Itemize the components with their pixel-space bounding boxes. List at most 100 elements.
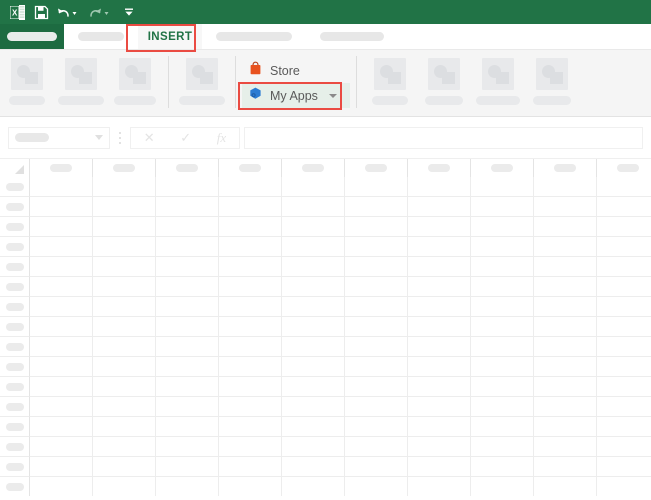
grid-cell[interactable] [93, 297, 156, 317]
grid-cell[interactable] [219, 297, 282, 317]
grid-cell[interactable] [30, 457, 93, 477]
grid-cell[interactable] [345, 237, 408, 257]
grid-cell[interactable] [282, 457, 345, 477]
column-header[interactable] [597, 159, 651, 177]
column-header[interactable] [345, 159, 408, 177]
row-header[interactable] [0, 397, 30, 417]
grid-cell[interactable] [597, 257, 651, 277]
grid-cell[interactable] [93, 357, 156, 377]
row-header[interactable] [0, 457, 30, 477]
grid-cell[interactable] [282, 417, 345, 437]
ribbon-button-placeholder[interactable] [526, 54, 578, 105]
grid-cell[interactable] [408, 217, 471, 237]
grid-cell[interactable] [93, 477, 156, 496]
grid-cell[interactable] [471, 177, 534, 197]
grid-cell[interactable] [156, 377, 219, 397]
grid-cell[interactable] [471, 417, 534, 437]
grid-cell[interactable] [93, 337, 156, 357]
grid-cell[interactable] [471, 197, 534, 217]
grid-cell[interactable] [597, 377, 651, 397]
grid-cell[interactable] [156, 317, 219, 337]
row-header[interactable] [0, 177, 30, 197]
grid-cell[interactable] [30, 297, 93, 317]
ribbon-button-placeholder[interactable] [418, 54, 470, 105]
grid-cell[interactable] [345, 317, 408, 337]
grid-cell[interactable] [156, 357, 219, 377]
grid-cell[interactable] [345, 477, 408, 496]
grid-cell[interactable] [345, 417, 408, 437]
grid-cell[interactable] [408, 397, 471, 417]
column-header[interactable] [408, 159, 471, 177]
row-header[interactable] [0, 297, 30, 317]
grid-cell[interactable] [219, 437, 282, 457]
row-header[interactable] [0, 237, 30, 257]
grid-cell[interactable] [219, 217, 282, 237]
grid-cell[interactable] [282, 437, 345, 457]
grid-cell[interactable] [282, 477, 345, 496]
grid-cell[interactable] [408, 377, 471, 397]
grid-cell[interactable] [408, 417, 471, 437]
grid-cell[interactable] [93, 417, 156, 437]
grid-cell[interactable] [597, 277, 651, 297]
grid-cell[interactable] [282, 317, 345, 337]
grid-cell[interactable] [471, 357, 534, 377]
grid-cell[interactable] [597, 457, 651, 477]
grid-cell[interactable] [597, 357, 651, 377]
grid-cell[interactable] [282, 377, 345, 397]
grid-cell[interactable] [156, 337, 219, 357]
chevron-down-icon[interactable] [328, 93, 337, 98]
grid-cell[interactable] [93, 217, 156, 237]
ribbon-button-placeholder[interactable] [55, 54, 107, 105]
grid-cell[interactable] [408, 337, 471, 357]
grid-cell[interactable] [597, 337, 651, 357]
grid-cell[interactable] [30, 357, 93, 377]
grid-cell[interactable] [30, 397, 93, 417]
tab-file[interactable] [0, 24, 64, 49]
grid-cell[interactable] [156, 197, 219, 217]
ribbon-button-placeholder[interactable] [1, 54, 53, 105]
ribbon-button-placeholder[interactable] [176, 54, 228, 105]
grid-cell[interactable] [534, 437, 597, 457]
grid-cell[interactable] [345, 177, 408, 197]
tab-placeholder-3[interactable] [306, 24, 398, 49]
grid-cell[interactable] [408, 357, 471, 377]
grid-cell[interactable] [597, 177, 651, 197]
grid-cell[interactable] [408, 197, 471, 217]
grid-cell[interactable] [345, 397, 408, 417]
cancel-icon[interactable]: ✕ [144, 131, 155, 144]
grid-cell[interactable] [156, 237, 219, 257]
grid-cell[interactable] [471, 477, 534, 496]
grid-cell[interactable] [219, 177, 282, 197]
row-header[interactable] [0, 417, 30, 437]
grid-cell[interactable] [597, 317, 651, 337]
grid-cell[interactable] [282, 297, 345, 317]
grid-cell[interactable] [156, 437, 219, 457]
grid-cell[interactable] [219, 197, 282, 217]
grid-cell[interactable] [471, 457, 534, 477]
column-header[interactable] [93, 159, 156, 177]
grid-cell[interactable] [156, 477, 219, 496]
grid-cell[interactable] [345, 277, 408, 297]
grid-cell[interactable] [534, 257, 597, 277]
ribbon-button-placeholder[interactable] [472, 54, 524, 105]
grid-cell[interactable] [597, 477, 651, 496]
grid-cell[interactable] [93, 277, 156, 297]
grid-cell[interactable] [534, 377, 597, 397]
grid-cell[interactable] [534, 337, 597, 357]
grid-cell[interactable] [219, 377, 282, 397]
grid-cell[interactable] [219, 277, 282, 297]
column-header[interactable] [30, 159, 93, 177]
grid-cell[interactable] [471, 317, 534, 337]
grid-cell[interactable] [282, 397, 345, 417]
grid-cell[interactable] [534, 397, 597, 417]
grid-cell[interactable] [345, 437, 408, 457]
grid-cell[interactable] [534, 297, 597, 317]
formula-input[interactable] [244, 126, 643, 149]
insert-function-icon[interactable]: fx [217, 131, 226, 144]
column-header[interactable] [282, 159, 345, 177]
grid-cell[interactable] [408, 177, 471, 197]
grid-cell[interactable] [156, 397, 219, 417]
grid-cell[interactable] [93, 257, 156, 277]
ribbon-button-placeholder[interactable] [364, 54, 416, 105]
grid-cell[interactable] [471, 277, 534, 297]
